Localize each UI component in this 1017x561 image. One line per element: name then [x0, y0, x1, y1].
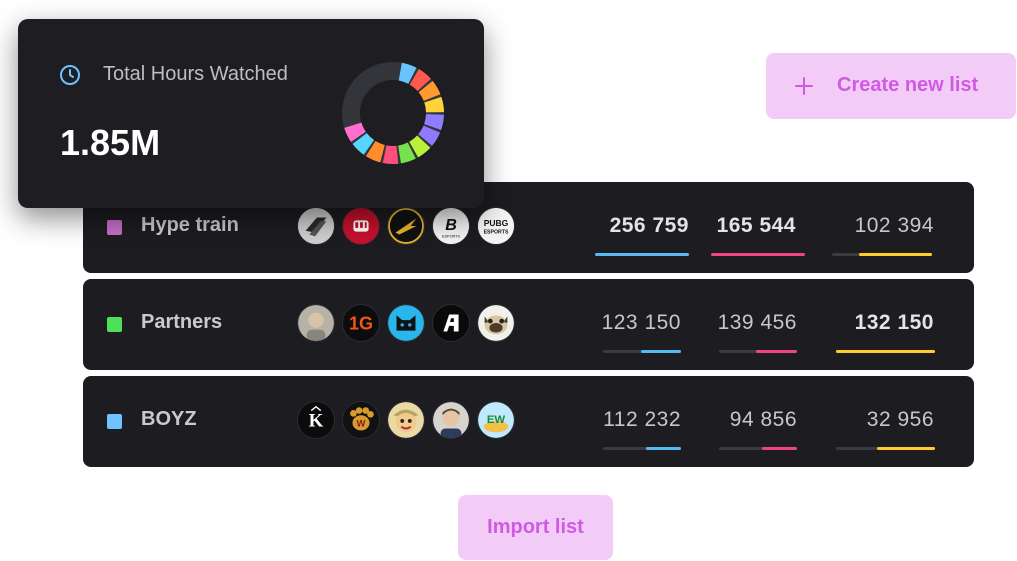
stat-metric-3: 132 150: [854, 311, 934, 334]
donut-segment: [382, 145, 399, 164]
stat-metric-2: 94 856: [729, 408, 797, 431]
list-color-swatch: [107, 317, 122, 332]
donut-segment: [352, 132, 375, 155]
stat-bar-metric-3: [836, 350, 935, 353]
svg-text:ESPORTS: ESPORTS: [442, 234, 460, 238]
list-color-swatch: [107, 414, 122, 429]
donut-segment: [398, 62, 417, 84]
list-color-swatch: [107, 220, 122, 235]
donut-segment: [424, 113, 444, 131]
donut-segment: [424, 96, 444, 113]
total-hours-card: Total Hours Watched 1.85M: [18, 19, 484, 208]
paw-logo-icon: W: [342, 401, 380, 439]
card-title: Total Hours Watched: [103, 63, 288, 85]
streamer-avatar-icon: [432, 401, 470, 439]
fist-logo-icon: [342, 207, 380, 245]
list-name: Hype train: [141, 214, 239, 236]
list-name: Partners: [141, 311, 223, 333]
stat-metric-1: 256 759: [609, 214, 689, 237]
list-name: BOYZ: [141, 408, 197, 430]
stat-bar-metric-3: [832, 253, 932, 256]
donut-segment: [418, 125, 441, 146]
list-row-boyz[interactable]: BOYZ K W EW 112 232 94 856 32 956: [83, 376, 974, 467]
donut-segment: [344, 122, 366, 142]
svg-text:1G: 1G: [349, 314, 373, 334]
svg-text:B: B: [445, 216, 457, 234]
face-avatar-icon: [297, 304, 335, 342]
ebw-logo-icon: EW: [477, 401, 515, 439]
b-esports-logo-icon: B ESPORTS: [432, 207, 470, 245]
svg-text:W: W: [357, 419, 366, 430]
team-logo-icon: [297, 207, 335, 245]
import-list-button[interactable]: Import list: [458, 495, 613, 560]
stat-bar-metric-1: [603, 350, 681, 353]
stat-bar-metric-1: [595, 253, 689, 256]
wing-logo-icon: [387, 207, 425, 245]
stat-metric-3: 32 956: [866, 408, 934, 431]
stat-metric-1: 112 232: [603, 408, 681, 431]
create-new-list-label: Create new list: [837, 74, 979, 96]
stat-metric-2: 165 544: [716, 214, 796, 237]
svg-text:K: K: [309, 411, 324, 432]
donut-segment: [409, 69, 431, 92]
donut-segment: [397, 142, 416, 164]
card-value: 1.85M: [60, 122, 161, 163]
stat-metric-1: 123 150: [601, 311, 681, 334]
import-list-label: Import list: [487, 516, 584, 538]
stat-bar-metric-2: [719, 350, 797, 353]
stat-bar-metric-1: [603, 447, 681, 450]
cartoon-avatar-icon: [387, 401, 425, 439]
stat-metric-2: 139 456: [717, 311, 797, 334]
stat-bar-metric-2: [719, 447, 797, 450]
create-new-list-button[interactable]: Create new list: [766, 53, 1016, 119]
pubg-esports-logo-icon: PUBG ESPORTS: [477, 207, 515, 245]
donut-segment: [408, 135, 431, 158]
clock-icon: [59, 64, 81, 86]
pug-avatar-icon: [477, 304, 515, 342]
stat-bar-metric-3: [836, 447, 935, 450]
svg-text:EW: EW: [487, 414, 506, 426]
hours-donut-chart: [342, 62, 444, 164]
k-logo-icon: K: [297, 401, 335, 439]
donut-segment: [365, 140, 386, 163]
svg-text:PUBG: PUBG: [484, 218, 509, 228]
donut-segment: [418, 80, 441, 102]
cat-logo-icon: [387, 304, 425, 342]
plus-icon: [795, 77, 813, 95]
stat-bar-metric-2: [711, 253, 805, 256]
stat-metric-3: 102 394: [854, 214, 934, 237]
svg-text:ESPORTS: ESPORTS: [484, 230, 509, 236]
a-logo-icon: [432, 304, 470, 342]
list-row-partners[interactable]: Partners 1G 123 150 139 456 132 150: [83, 279, 974, 370]
1g-logo-icon: 1G: [342, 304, 380, 342]
